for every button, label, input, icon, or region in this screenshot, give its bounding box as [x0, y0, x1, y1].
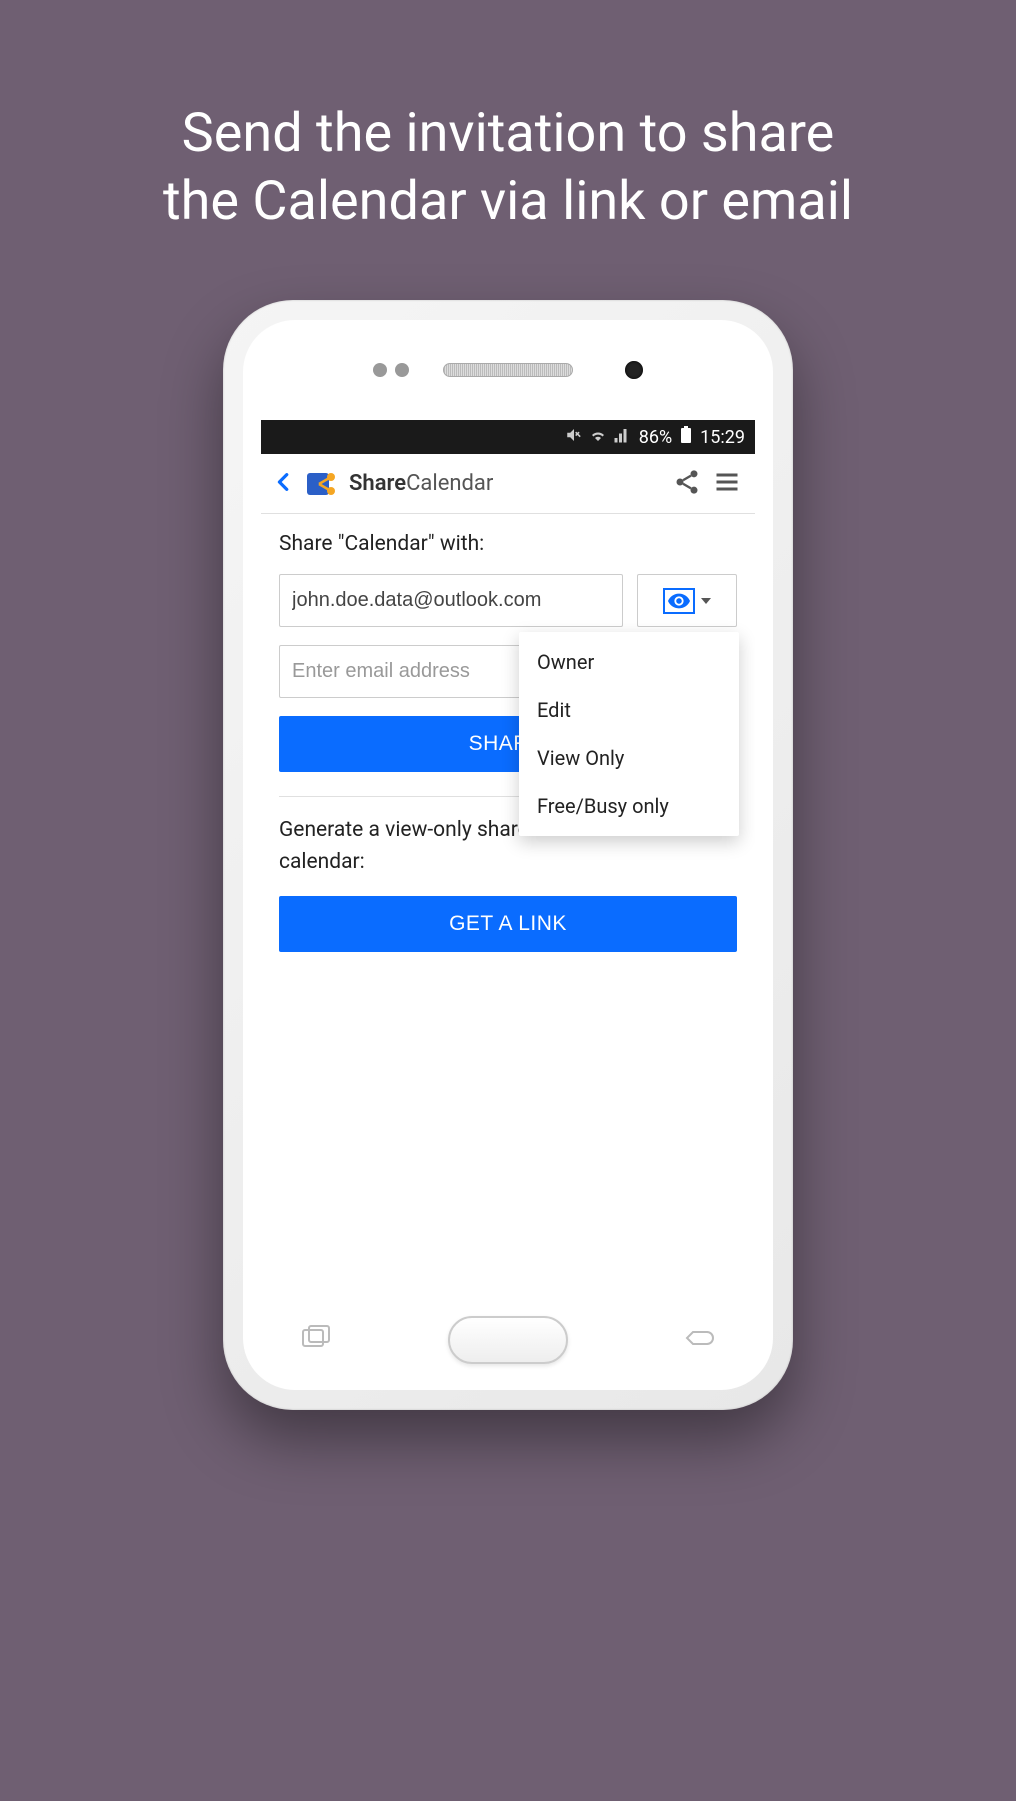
permission-option-edit[interactable]: Edit — [519, 686, 739, 734]
home-button[interactable] — [448, 1316, 568, 1364]
get-link-button[interactable]: GET A LINK — [279, 896, 737, 952]
mute-icon — [565, 426, 583, 449]
promo-line-2: the Calendar via link or email — [163, 170, 853, 233]
status-icons — [565, 426, 631, 449]
promo-line-1: Send the invitation to share — [182, 102, 835, 165]
sensor-dots — [373, 363, 409, 377]
app-title: ShareCalendar — [349, 471, 493, 496]
phone-frame: 86% 15:29 ShareCalendar — [223, 300, 793, 1410]
wifi-icon — [589, 426, 607, 449]
back-hw-button[interactable] — [681, 1324, 717, 1356]
phone-screen: 86% 15:29 ShareCalendar — [261, 420, 755, 1290]
back-button[interactable] — [273, 468, 295, 500]
share-with-label: Share "Calendar" with: — [279, 532, 737, 556]
permission-dropdown-button[interactable] — [637, 574, 737, 627]
battery-icon — [680, 426, 692, 449]
phone-front-camera — [625, 361, 643, 379]
email-input-filled[interactable] — [279, 574, 623, 627]
phone-top-hardware — [243, 320, 773, 420]
phone-nav-bar — [243, 1290, 773, 1390]
phone-inner: 86% 15:29 ShareCalendar — [243, 320, 773, 1390]
hamburger-menu-icon[interactable] — [711, 468, 743, 500]
app-title-bold: Share — [349, 471, 406, 496]
permission-option-owner[interactable]: Owner — [519, 638, 739, 686]
permission-dropdown-menu: Owner Edit View Only Free/Busy only — [519, 632, 739, 836]
status-bar: 86% 15:29 — [261, 420, 755, 454]
signal-icon — [613, 426, 631, 449]
promo-heading: Send the invitation to share the Calenda… — [0, 0, 1016, 235]
app-header: ShareCalendar — [261, 454, 755, 514]
email-row-1 — [279, 574, 737, 627]
recent-apps-button[interactable] — [299, 1324, 335, 1356]
permission-option-free-busy[interactable]: Free/Busy only — [519, 782, 739, 830]
app-title-rest: Calendar — [406, 471, 493, 496]
status-time: 15:29 — [700, 427, 745, 448]
app-logo-icon — [305, 467, 339, 501]
phone-speaker — [443, 363, 573, 377]
eye-icon — [663, 588, 695, 614]
caret-down-icon — [701, 598, 711, 604]
permission-option-view-only[interactable]: View Only — [519, 734, 739, 782]
battery-percent: 86% — [639, 427, 672, 448]
share-icon[interactable] — [673, 468, 701, 500]
content-area: Share "Calendar" with: SHARE Generat — [261, 514, 755, 970]
